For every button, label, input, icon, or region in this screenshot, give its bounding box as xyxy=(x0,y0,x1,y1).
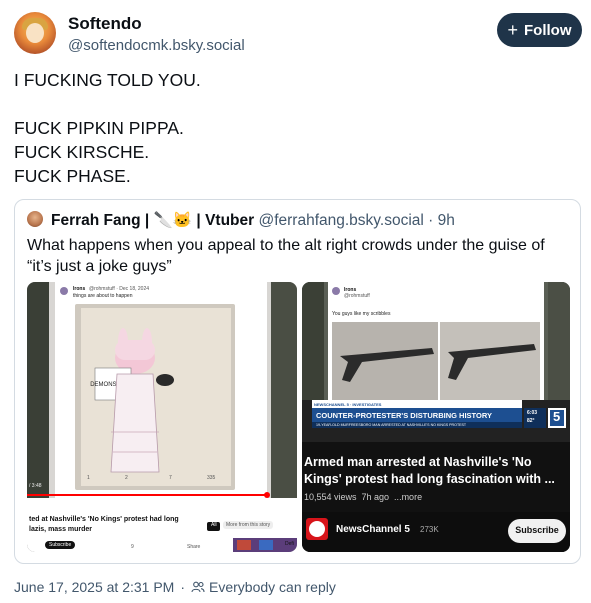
reply-setting[interactable]: Everybody can reply xyxy=(191,579,336,595)
news-subheadline: 19-YEAR-OLD MURFREESBORO MAN ARRESTED AT… xyxy=(316,423,467,427)
right-post-text: You guys like my scribbles xyxy=(332,311,391,317)
quote-line: “it’s just a joke guys” xyxy=(27,258,172,275)
channel-subscribe-button: Subscribe xyxy=(515,525,559,535)
news-channel-badge: 5 xyxy=(553,409,561,424)
author-handle[interactable]: @softendocmk.bsky.social xyxy=(68,37,245,54)
left-subscribe: Subscribe xyxy=(45,541,76,549)
news-time: 6:03 xyxy=(527,410,538,416)
post-timestamp[interactable]: June 17, 2025 at 2:31 PM xyxy=(14,579,174,595)
reply-setting-label: Everybody can reply xyxy=(209,579,336,595)
left-post-handle: @rohmstuff · Dec 18, 2024 xyxy=(89,286,150,292)
left-chip-more: More from this story xyxy=(223,521,274,529)
post-line: FUCK PHASE. xyxy=(14,166,131,186)
post-line: FUCK KIRSCHE. xyxy=(14,142,150,162)
follow-label: Follow xyxy=(524,21,572,39)
video-title-line1: Armed man arrested at Nashville's 'No xyxy=(304,455,532,469)
quote-author-name[interactable]: Ferrah Fang | 🔪🐱 | Vtuber xyxy=(51,212,254,229)
plus-icon: + xyxy=(507,20,518,40)
left-caption-line1: ted at Nashville's 'No Kings' protest ha… xyxy=(29,516,179,523)
news-station-label: NEWSCHANNEL 5 · INVESTIGATES xyxy=(314,402,382,407)
channel-name: NewsChannel 5 xyxy=(336,524,410,535)
left-video-time: / 3:48 xyxy=(29,483,42,489)
quote-image-left[interactable]: DEMONSTRATE Irons @rohmstuff · Dec 18, 2… xyxy=(27,282,297,552)
quote-line: What happens when you appeal to the alt … xyxy=(27,237,545,254)
video-title-line2: Kings' protest had long fascination with… xyxy=(304,472,555,486)
author-avatar[interactable] xyxy=(14,12,56,54)
post-line xyxy=(14,92,574,116)
author-display-name[interactable]: Softendo xyxy=(68,14,142,34)
left-image-art: DEMONSTRATE xyxy=(27,282,297,552)
right-post-handle: @rohmstuff xyxy=(344,293,370,299)
channel-subscriber-count: 273K xyxy=(420,525,439,534)
left-chip-all: All xyxy=(211,522,217,528)
left-stat-repost: 2 xyxy=(125,475,128,481)
avatar-face xyxy=(26,23,44,43)
left-stat-like: 7 xyxy=(169,475,172,481)
post-line: I FUCKING TOLD YOU. xyxy=(14,70,201,90)
left-likes: 9 xyxy=(131,544,134,550)
post-line: FUCK PIPKIN PIPPA. xyxy=(14,118,184,138)
quote-body: What happens when you appeal to the alt … xyxy=(27,235,567,277)
quote-author-avatar[interactable] xyxy=(27,211,43,227)
left-caption-line2: lazis, mass murder xyxy=(29,526,93,533)
left-share: Share xyxy=(187,544,201,550)
quote-author-handle[interactable]: @ferrahfang.bsky.social xyxy=(258,212,423,229)
quote-image-right[interactable]: Irons @rohmstuff You guys like my scribb… xyxy=(302,282,570,552)
video-meta: 10,554 views 7h ago ...more xyxy=(304,492,423,502)
quote-age: · 9h xyxy=(428,212,455,229)
left-stat-views: 335 xyxy=(207,475,216,481)
left-tab-def: Defi xyxy=(285,541,294,547)
left-stat-reply: 1 xyxy=(87,475,90,481)
separator-dot: · xyxy=(180,579,186,595)
bluesky-post: Softendo @softendocmk.bsky.social + Foll… xyxy=(0,0,591,603)
post-body: I FUCKING TOLD YOU. FUCK PIPKIN PIPPA. F… xyxy=(14,68,574,188)
post-footer: June 17, 2025 at 2:31 PM · Everybody can… xyxy=(14,579,336,595)
left-post-text: things are about to happen xyxy=(73,293,133,299)
news-headline: COUNTER-PROTESTER'S DISTURBING HISTORY xyxy=(316,411,492,420)
left-post-user: Irons xyxy=(73,286,86,292)
quote-header: Ferrah Fang | 🔪🐱 | Vtuber @ferrahfang.bs… xyxy=(51,211,455,230)
news-temp: 82° xyxy=(527,418,535,424)
people-icon xyxy=(191,581,205,593)
quoted-post[interactable]: Ferrah Fang | 🔪🐱 | Vtuber @ferrahfang.bs… xyxy=(14,199,581,564)
follow-button[interactable]: + Follow xyxy=(497,13,582,47)
